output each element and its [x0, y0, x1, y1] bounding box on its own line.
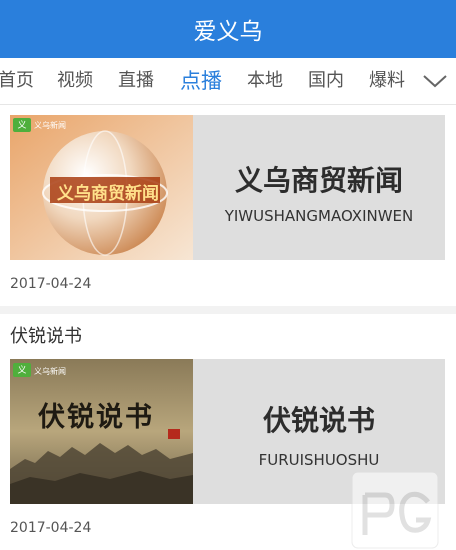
tab-domestic[interactable]: 国内 — [308, 58, 344, 104]
card-pinyin: YIWUSHANGMAOXINWEN — [224, 207, 414, 225]
thumbnail-logo-text: 义乌新闻 — [34, 121, 66, 130]
page-title: 爱义乌 — [193, 19, 263, 45]
card-title-panel: 义乌商贸新闻 YIWUSHANGMAOXINWEN — [193, 115, 445, 260]
tab-video[interactable]: 视频 — [57, 58, 93, 104]
thumbnail-logo-text: 义乌新闻 — [34, 367, 66, 376]
watermark-logo — [351, 471, 439, 549]
tab-report[interactable]: 爆料 — [369, 58, 405, 104]
tab-on-demand[interactable]: 点播 — [180, 58, 222, 104]
svg-text:义: 义 — [17, 365, 26, 376]
chevron-down-icon[interactable] — [422, 70, 448, 92]
app-bar: 爱义乌 — [0, 0, 456, 58]
item-date: 2017-04-24 — [10, 520, 92, 536]
card-title: 义乌商贸新闻 — [234, 164, 403, 197]
item-date: 2017-04-24 — [10, 276, 92, 292]
thumbnail-title-text: 义乌商贸新闻 — [57, 184, 159, 204]
tab-local[interactable]: 本地 — [247, 58, 283, 104]
video-thumbnail[interactable]: 义 义乌新闻 伏锐说书 — [10, 359, 193, 504]
video-thumbnail[interactable]: 义 义乌新闻 义乌商贸新闻 — [10, 115, 193, 260]
card-pinyin: FURUISHUOSHU — [258, 451, 380, 469]
tab-live[interactable]: 直播 — [118, 58, 154, 104]
category-tabs: 首页 视频 直播 点播 本地 国内 爆料 — [0, 58, 456, 105]
svg-text:义: 义 — [17, 120, 26, 131]
card-title: 伏锐说书 — [262, 404, 375, 437]
video-card[interactable]: 义 义乌新闻 义乌商贸新闻 义乌商贸新闻 YIWUSHANGMAOXINWEN — [10, 115, 445, 260]
tab-home[interactable]: 首页 — [0, 58, 34, 104]
divider — [0, 306, 456, 314]
item-title[interactable]: 伏锐说书 — [10, 322, 82, 348]
thumbnail-title-text: 伏锐说书 — [38, 402, 154, 433]
